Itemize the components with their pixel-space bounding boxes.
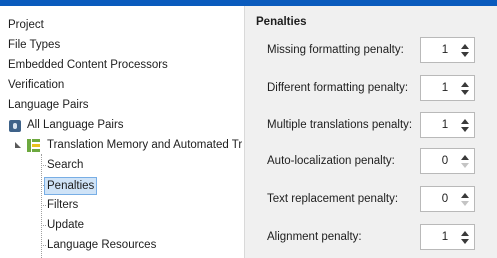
tree-item-language-resources[interactable]: Language Resources: [47, 236, 156, 254]
tree-item-file-types[interactable]: File Types: [8, 36, 60, 54]
tree-item-label: Language Pairs: [8, 99, 89, 111]
tree-connector-line: [41, 154, 42, 258]
tree-item-translation-memory[interactable]: Translation Memory and Automated Tr: [47, 136, 242, 154]
spinner-up-arrow-icon[interactable]: [461, 193, 469, 198]
tree-connector-branch: [41, 225, 46, 226]
tree-item-label: Translation Memory and Automated Tr: [47, 139, 243, 151]
tree-item-label: Search: [47, 159, 84, 171]
tree-item-label: Language Resources: [47, 239, 157, 251]
tree-item-update[interactable]: Update: [47, 216, 84, 234]
text-replacement-penalty-spinner[interactable]: 0: [420, 186, 475, 212]
tree-item-embedded-content-processors[interactable]: Embedded Content Processors: [8, 56, 168, 74]
tree-item-label: Embedded Content Processors: [8, 59, 168, 71]
tree-item-label: Verification: [8, 79, 65, 91]
spinner-down-arrow-icon[interactable]: [461, 201, 469, 206]
auto-localization-penalty-spinner[interactable]: 0: [420, 148, 475, 174]
tree-item-label: Filters: [47, 199, 79, 211]
spinner-down-arrow-icon[interactable]: [461, 127, 469, 132]
tree-item-label: File Types: [8, 39, 61, 51]
tree-item-label: Update: [47, 219, 85, 231]
spinner-up-arrow-icon[interactable]: [461, 155, 469, 160]
spinner-value: 0: [441, 155, 449, 167]
spinner-down-arrow-icon[interactable]: [461, 52, 469, 57]
multiple-translations-penalty-label: Multiple translations penalty:: [267, 119, 413, 131]
tree-item-filters[interactable]: Filters: [47, 196, 78, 214]
tree-item-language-pairs[interactable]: Language Pairs: [8, 96, 89, 114]
tree-item-penalties[interactable]: Penalties: [44, 177, 98, 195]
spinner-up-arrow-icon[interactable]: [461, 119, 469, 124]
tree-connector-branch: [41, 165, 46, 166]
tree-item-project[interactable]: Project: [8, 16, 44, 34]
tree-connector-branch: [41, 245, 46, 246]
spinner-up-arrow-icon[interactable]: [461, 82, 469, 87]
spinner-value: 1: [441, 119, 449, 131]
tree-item-label: Penalties: [47, 180, 95, 192]
spinner-value: 0: [441, 193, 449, 205]
different-formatting-penalty-spinner[interactable]: 1: [420, 75, 475, 101]
translation-memory-icon: [27, 139, 40, 152]
spinner-up-arrow-icon[interactable]: [461, 44, 469, 49]
globe-icon: [9, 120, 21, 132]
panel-title: Penalties: [256, 16, 307, 28]
text-replacement-penalty-label: Text replacement penalty:: [267, 193, 399, 205]
spinner-down-arrow-icon[interactable]: [461, 239, 469, 244]
tree-connector-branch: [41, 205, 46, 206]
tree-item-label: All Language Pairs: [27, 119, 124, 131]
spinner-down-arrow-icon[interactable]: [461, 163, 469, 168]
tree-item-all-language-pairs[interactable]: All Language Pairs: [27, 116, 124, 134]
tree-item-verification[interactable]: Verification: [8, 76, 64, 94]
spinner-value: 1: [441, 82, 449, 94]
options-tree: Project File Types Embedded Content Proc…: [0, 6, 244, 258]
spinner-value: 1: [441, 44, 449, 56]
alignment-penalty-label: Alignment penalty:: [267, 231, 362, 243]
multiple-translations-penalty-spinner[interactable]: 1: [420, 112, 475, 138]
expanded-triangle-icon[interactable]: [15, 142, 21, 148]
alignment-penalty-spinner[interactable]: 1: [420, 224, 475, 250]
auto-localization-penalty-label: Auto-localization penalty:: [267, 155, 395, 167]
spinner-value: 1: [441, 231, 449, 243]
spinner-down-arrow-icon[interactable]: [461, 90, 469, 95]
penalties-panel: Penalties Missing formatting penalty: 1 …: [245, 6, 497, 258]
tree-item-search[interactable]: Search: [47, 156, 83, 174]
tree-item-label: Project: [8, 19, 44, 31]
missing-formatting-penalty-label: Missing formatting penalty:: [267, 44, 404, 56]
spinner-up-arrow-icon[interactable]: [461, 231, 469, 236]
missing-formatting-penalty-spinner[interactable]: 1: [420, 37, 475, 63]
different-formatting-penalty-label: Different formatting penalty:: [267, 82, 409, 94]
